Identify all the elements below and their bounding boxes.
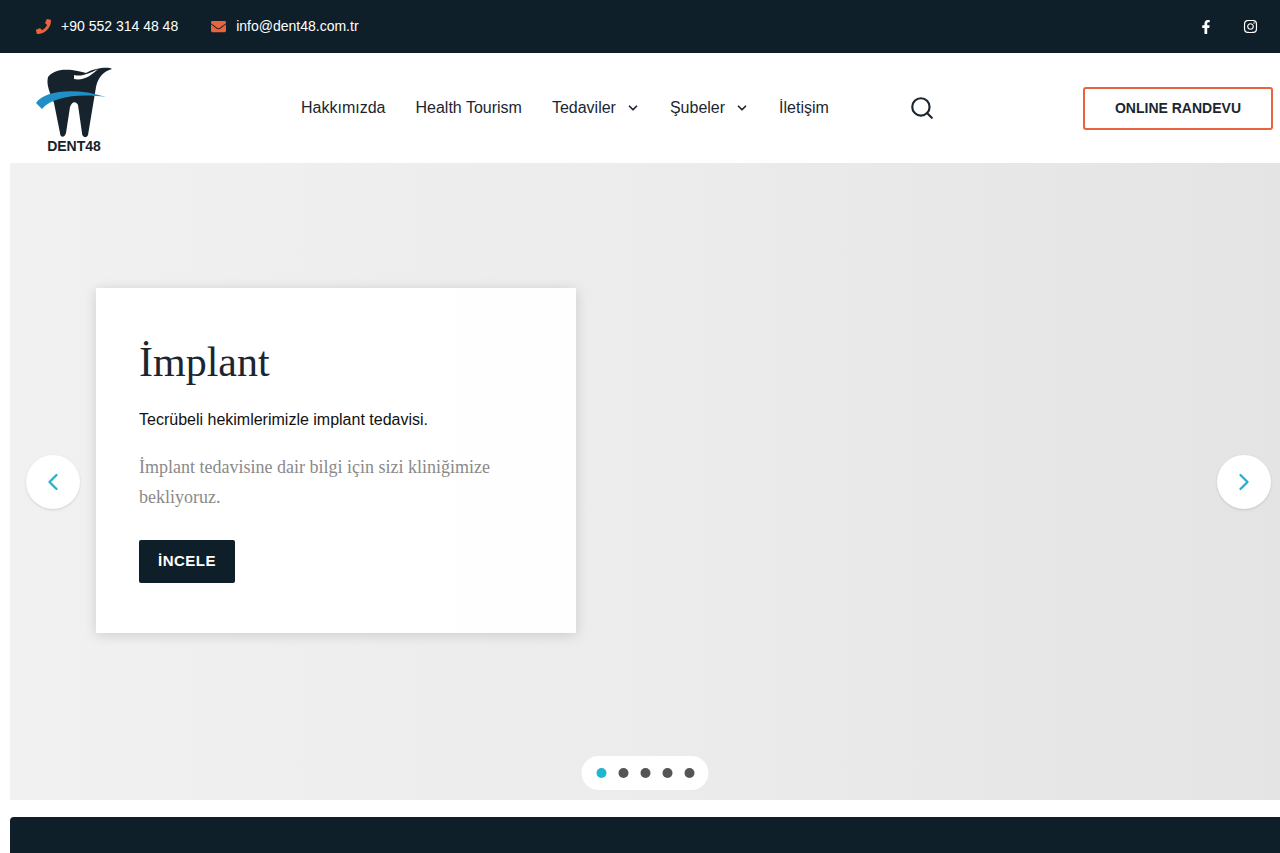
tooth-logo-icon [34, 63, 114, 141]
next-slide-button[interactable] [1217, 455, 1271, 509]
phone-icon [36, 19, 51, 34]
incele-button[interactable]: İNCELE [139, 540, 235, 583]
instagram-icon[interactable] [1243, 19, 1258, 34]
bottom-strip [10, 817, 1280, 853]
chevron-right-icon [1230, 468, 1258, 496]
logo-text: DENT48 [47, 139, 101, 153]
chevron-down-icon [735, 101, 749, 115]
slider-dot[interactable] [618, 768, 628, 778]
nav-item[interactable]: Hakkımızda [301, 96, 385, 120]
nav-item[interactable]: Health Tourism [415, 96, 521, 120]
nav-item[interactable]: İletişim [779, 96, 829, 120]
slide-card: İmplant Tecrübeli hekimlerimizle implant … [96, 288, 576, 633]
online-randevu-button[interactable]: ONLINE RANDEVU [1083, 87, 1273, 130]
facebook-icon[interactable] [1199, 20, 1213, 34]
hero-slider: İmplant Tecrübeli hekimlerimizle implant … [10, 163, 1280, 800]
header: DENT48 Hakkımızda Health Tourism Tedaviler Ş… [0, 53, 1280, 163]
slide-subtitle: Tecrübeli hekimlerimizle implant tedavis… [139, 408, 536, 432]
main-nav: Hakkımızda Health Tourism Tedaviler Şubeler… [301, 96, 829, 120]
top-bar: +90 552 314 48 48 info@dent48.com.tr [0, 0, 1280, 53]
phone-text[interactable]: +90 552 314 48 48 [61, 16, 178, 37]
nav-item[interactable]: Şubeler [670, 96, 749, 120]
page: +90 552 314 48 48 info@dent48.com.tr DENT4… [0, 0, 1280, 853]
logo[interactable]: DENT48 [33, 63, 115, 153]
slide-text: İmplant tedavisine dair bilgi için sizi … [139, 452, 536, 512]
slider-dot[interactable] [640, 768, 650, 778]
slide-title: İmplant [139, 338, 536, 386]
email-text[interactable]: info@dent48.com.tr [236, 16, 358, 37]
slider-dots [582, 756, 709, 790]
slider-dot[interactable] [596, 768, 606, 778]
prev-slide-button[interactable] [26, 455, 80, 509]
search-icon[interactable] [909, 95, 935, 121]
slider-dot[interactable] [662, 768, 672, 778]
chevron-down-icon [626, 101, 640, 115]
chevron-left-icon [39, 468, 67, 496]
slider-dot[interactable] [684, 768, 694, 778]
nav-item[interactable]: Tedaviler [552, 96, 640, 120]
envelope-icon [211, 19, 226, 34]
